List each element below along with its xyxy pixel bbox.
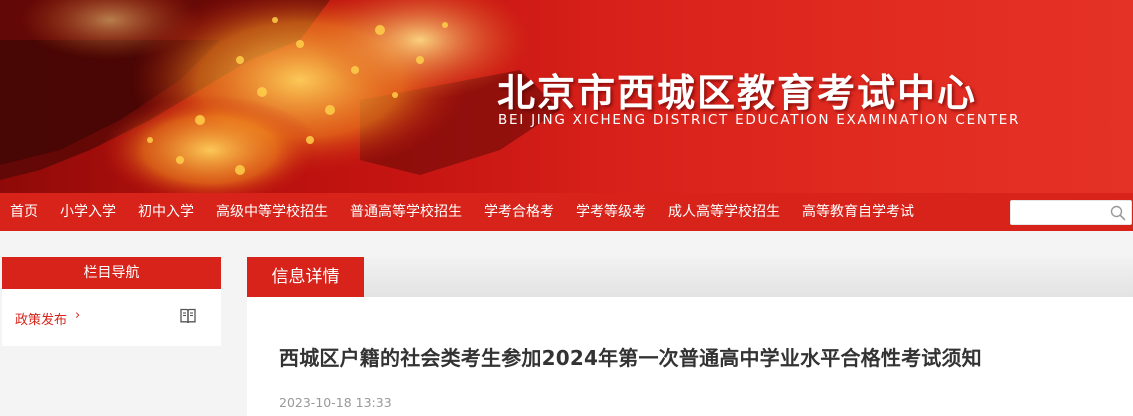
main-content: 信息详情 西城区户籍的社会类考生参加2024年第一次普通高中学业水平合格性考试须… — [247, 257, 1133, 416]
nav-item-home[interactable]: 首页 — [0, 193, 49, 231]
chevron-right-icon: › — [75, 308, 81, 323]
article-title: 西城区户籍的社会类考生参加2024年第一次普通高中学业水平合格性考试须知 — [279, 346, 982, 370]
nav-item-qualification-exam[interactable]: 学考合格考 — [473, 193, 565, 231]
search-input[interactable] — [1011, 201, 1107, 224]
nav-item-grade-exam[interactable]: 学考等级考 — [565, 193, 657, 231]
content-header-bar: 信息详情 — [247, 257, 1133, 297]
sidebar-item-policy[interactable]: 政策发布 › — [2, 289, 221, 346]
nav-item-senior-secondary[interactable]: 高级中等学校招生 — [205, 193, 339, 231]
nav-item-adult-college[interactable]: 成人高等学校招生 — [657, 193, 791, 231]
article-date: 2023-10-18 13:33 — [279, 395, 392, 410]
main-nav: 首页 小学入学 初中入学 高级中等学校招生 普通高等学校招生 学考合格考 学考等… — [0, 193, 1133, 231]
nav-item-primary-school[interactable]: 小学入学 — [49, 193, 127, 231]
section-tab: 信息详情 — [247, 257, 364, 297]
site-title: 北京市西城区教育考试中心 — [497, 70, 978, 115]
search-icon[interactable] — [1110, 205, 1126, 221]
nav-item-college-admission[interactable]: 普通高等学校招生 — [339, 193, 473, 231]
nav-item-junior-high[interactable]: 初中入学 — [127, 193, 205, 231]
search-box — [1010, 200, 1132, 225]
book-icon — [180, 308, 196, 324]
site-subtitle: BEI JING XICHENG DISTRICT EDUCATION EXAM… — [498, 112, 1021, 128]
sidebar: 栏目导航 政策发布 › — [2, 257, 221, 346]
header-banner: 北京市西城区教育考试中心 BEI JING XICHENG DISTRICT E… — [0, 0, 1133, 193]
nav-item-self-study-exam[interactable]: 高等教育自学考试 — [791, 193, 925, 231]
sidebar-item-label: 政策发布 — [15, 313, 68, 328]
sidebar-title: 栏目导航 — [2, 257, 221, 289]
